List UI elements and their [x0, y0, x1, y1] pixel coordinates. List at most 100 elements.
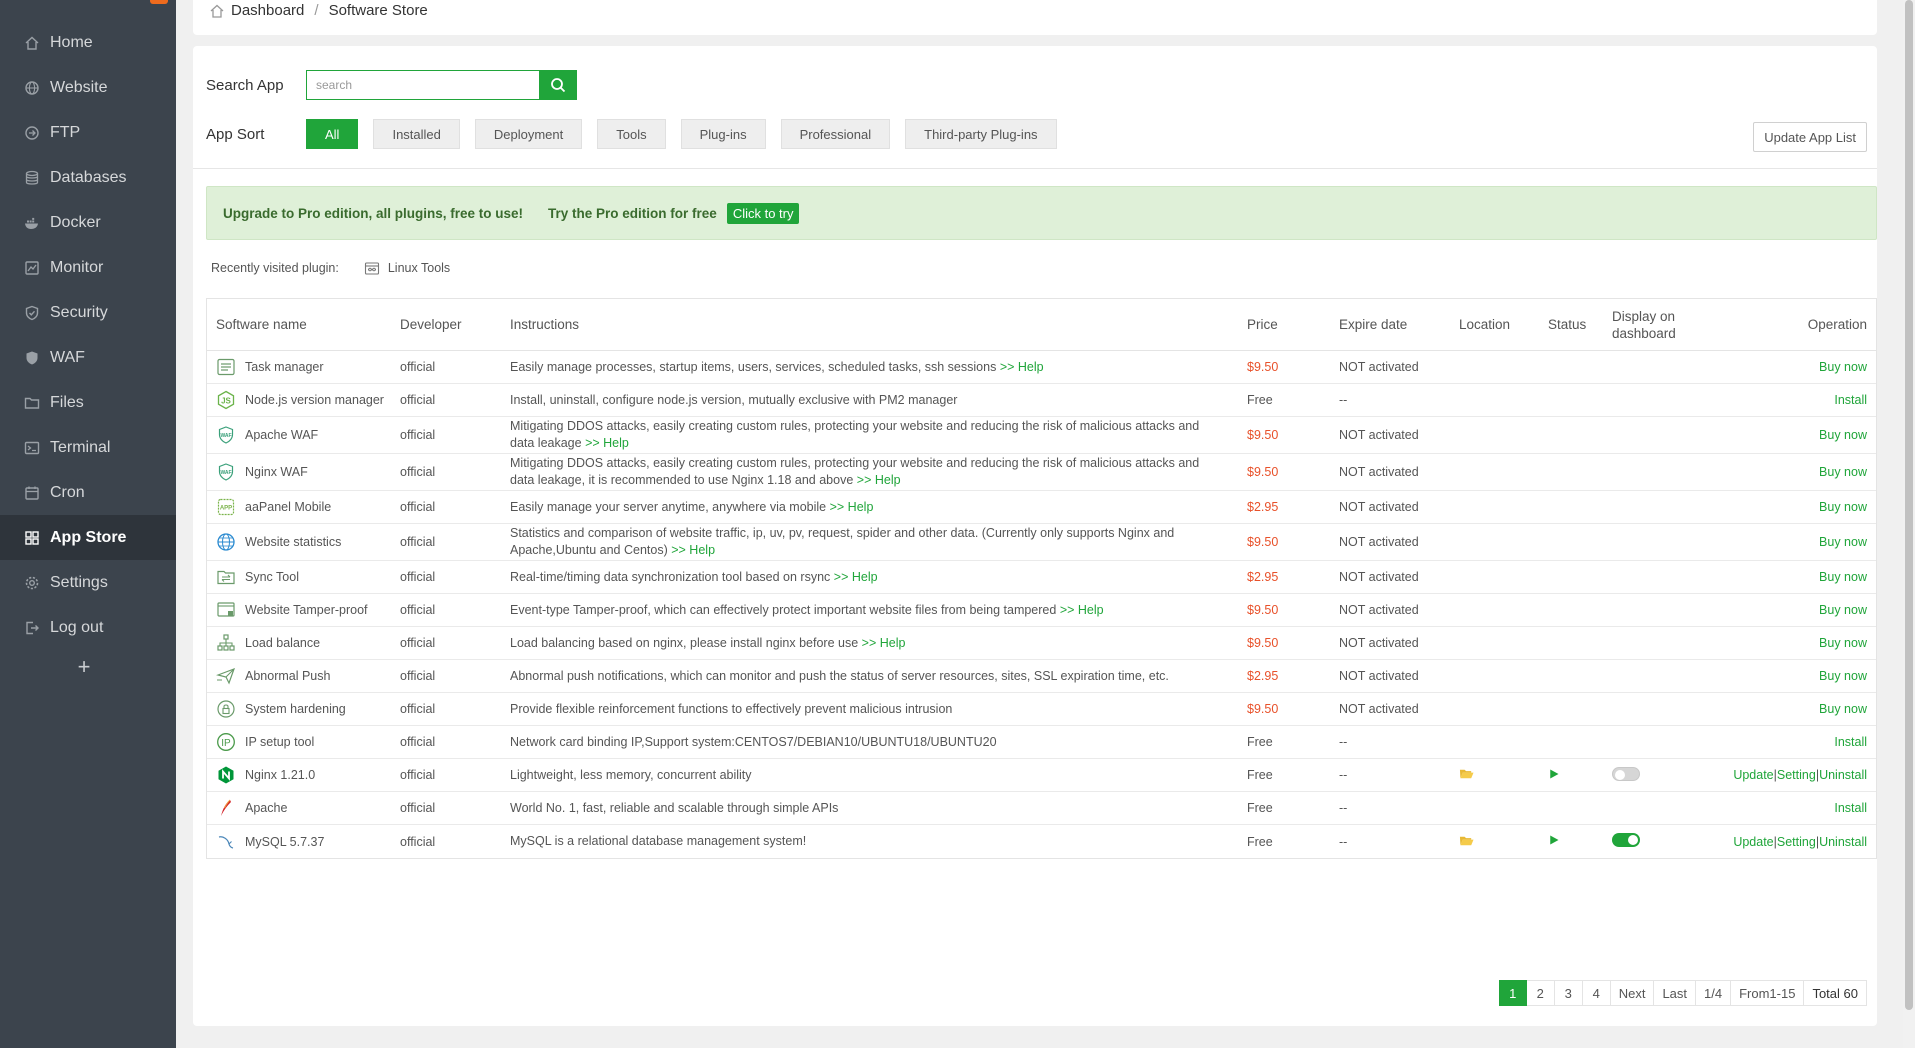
add-menu-button[interactable]: +	[72, 655, 96, 679]
last-page-button[interactable]: Last	[1654, 980, 1697, 1006]
display-on-dashboard-toggle[interactable]	[1612, 766, 1640, 781]
setting-link[interactable]: Setting	[1777, 835, 1816, 849]
sidebar-item-app-store[interactable]: App Store	[0, 515, 176, 560]
sync-folder-icon	[216, 567, 236, 587]
sidebar-item-website[interactable]: Website	[0, 65, 176, 110]
sidebar-item-waf[interactable]: WAF	[0, 335, 176, 380]
buy-now-link[interactable]: Buy now	[1819, 702, 1867, 716]
col-status: Status	[1548, 317, 1587, 332]
software-name[interactable]: Website Tamper-proof	[245, 603, 368, 617]
page-2-button[interactable]: 2	[1526, 980, 1555, 1006]
click-to-try-button[interactable]: Click to try	[726, 202, 800, 224]
help-link[interactable]: >> Help	[585, 436, 629, 450]
vertical-scrollbar[interactable]	[1903, 0, 1915, 1048]
sidebar-item-ftp[interactable]: FTP	[0, 110, 176, 155]
page-1-button[interactable]: 1	[1498, 980, 1527, 1006]
help-link[interactable]: >> Help	[1000, 360, 1044, 374]
software-name-cell: APP aaPanel Mobile	[207, 497, 400, 517]
buy-now-link[interactable]: Buy now	[1819, 636, 1867, 650]
setting-link[interactable]: Setting	[1777, 768, 1816, 782]
table-body: Task manager official Easily manage proces…	[207, 351, 1876, 858]
sidebar-item-files[interactable]: Files	[0, 380, 176, 425]
instructions-text: Event-type Tamper-proof, which can effec…	[510, 602, 1057, 617]
help-link[interactable]: >> Help	[857, 473, 901, 487]
buy-now-link[interactable]: Buy now	[1819, 570, 1867, 584]
operation-cell: Install	[1712, 735, 1876, 749]
breadcrumb-current: Software Store	[328, 2, 428, 19]
help-link[interactable]: >> Help	[862, 636, 906, 650]
sort-filter-all[interactable]: All	[306, 119, 359, 149]
page-4-button[interactable]: 4	[1582, 980, 1611, 1006]
software-name[interactable]: Task manager	[245, 360, 324, 374]
recent-plugin-link[interactable]: Linux Tools	[364, 260, 450, 276]
sidebar-item-security[interactable]: Security	[0, 290, 176, 335]
sidebar-item-terminal[interactable]: Terminal	[0, 425, 176, 470]
software-name[interactable]: Apache WAF	[245, 428, 318, 442]
software-name[interactable]: Nginx WAF	[245, 465, 308, 479]
sort-filter-deployment[interactable]: Deployment	[474, 119, 583, 149]
scrollbar-thumb[interactable]	[1905, 0, 1913, 1010]
breadcrumb-home[interactable]: Dashboard	[231, 2, 304, 19]
software-name[interactable]: Website statistics	[245, 535, 341, 549]
update-app-list-button[interactable]: Update App List	[1753, 122, 1867, 152]
install-link[interactable]: Install	[1834, 801, 1867, 815]
search-button[interactable]	[539, 70, 577, 100]
buy-now-link[interactable]: Buy now	[1819, 603, 1867, 617]
update-link[interactable]: Update	[1733, 835, 1773, 849]
page-3-button[interactable]: 3	[1554, 980, 1583, 1006]
sidebar-item-cron[interactable]: Cron	[0, 470, 176, 515]
buy-now-link[interactable]: Buy now	[1819, 500, 1867, 514]
software-name[interactable]: Apache	[245, 801, 287, 815]
software-name[interactable]: System hardening	[245, 702, 346, 716]
col-expire-date: Expire date	[1339, 317, 1408, 332]
buy-now-link[interactable]: Buy now	[1819, 360, 1867, 374]
status-cell[interactable]	[1548, 834, 1612, 849]
buy-now-link[interactable]: Buy now	[1819, 669, 1867, 683]
sidebar-item-docker[interactable]: Docker	[0, 200, 176, 245]
install-link[interactable]: Install	[1834, 735, 1867, 749]
next-page-button[interactable]: Next	[1610, 980, 1655, 1006]
install-link[interactable]: Install	[1834, 393, 1867, 407]
location-cell[interactable]	[1459, 833, 1548, 851]
buy-now-link[interactable]: Buy now	[1819, 428, 1867, 442]
software-table: Software name Developer Instructions Pri…	[206, 298, 1877, 859]
uninstall-link[interactable]: Uninstall	[1819, 835, 1867, 849]
software-name[interactable]: Node.js version manager	[245, 393, 384, 407]
location-cell[interactable]	[1459, 766, 1548, 784]
sidebar-item-databases[interactable]: Databases	[0, 155, 176, 200]
uninstall-link[interactable]: Uninstall	[1819, 768, 1867, 782]
software-name[interactable]: Sync Tool	[245, 570, 299, 584]
sort-filter-installed[interactable]: Installed	[373, 119, 460, 149]
status-cell[interactable]	[1548, 768, 1612, 783]
sort-filter-professional[interactable]: Professional	[780, 119, 891, 149]
sort-filter-tools[interactable]: Tools	[597, 119, 666, 149]
help-link[interactable]: >> Help	[830, 500, 874, 514]
sidebar-item-log-out[interactable]: Log out	[0, 605, 176, 650]
software-name[interactable]: Abnormal Push	[245, 669, 330, 683]
search-input[interactable]: search	[306, 70, 539, 100]
software-name-cell: Sync Tool	[207, 567, 400, 587]
software-name[interactable]: aaPanel Mobile	[245, 500, 331, 514]
developer-cell: official	[400, 834, 436, 849]
sidebar-item-settings[interactable]: Settings	[0, 560, 176, 605]
sort-filter-third-party-plug-ins[interactable]: Third-party Plug-ins	[905, 119, 1057, 149]
buy-now-link[interactable]: Buy now	[1819, 535, 1867, 549]
price-cell: $9.50	[1247, 535, 1279, 549]
software-name[interactable]: MySQL 5.7.37	[245, 835, 324, 849]
display-on-dashboard-toggle[interactable]	[1612, 833, 1640, 847]
help-link[interactable]: >> Help	[671, 543, 715, 557]
docker-icon	[24, 215, 40, 231]
software-name[interactable]: Nginx 1.21.0	[245, 768, 315, 782]
update-link[interactable]: Update	[1733, 768, 1773, 782]
price-cell: $9.50	[1247, 636, 1279, 650]
sidebar-item-label: Docker	[50, 213, 101, 231]
sidebar-item-monitor[interactable]: Monitor	[0, 245, 176, 290]
software-name[interactable]: Load balance	[245, 636, 320, 650]
sidebar-item-home[interactable]: Home	[0, 20, 176, 65]
expire-date-cell: NOT activated	[1339, 669, 1419, 683]
help-link[interactable]: >> Help	[834, 570, 878, 584]
buy-now-link[interactable]: Buy now	[1819, 465, 1867, 479]
software-name[interactable]: IP setup tool	[245, 735, 314, 749]
help-link[interactable]: >> Help	[1060, 603, 1104, 617]
sort-filter-plug-ins[interactable]: Plug-ins	[680, 119, 766, 149]
